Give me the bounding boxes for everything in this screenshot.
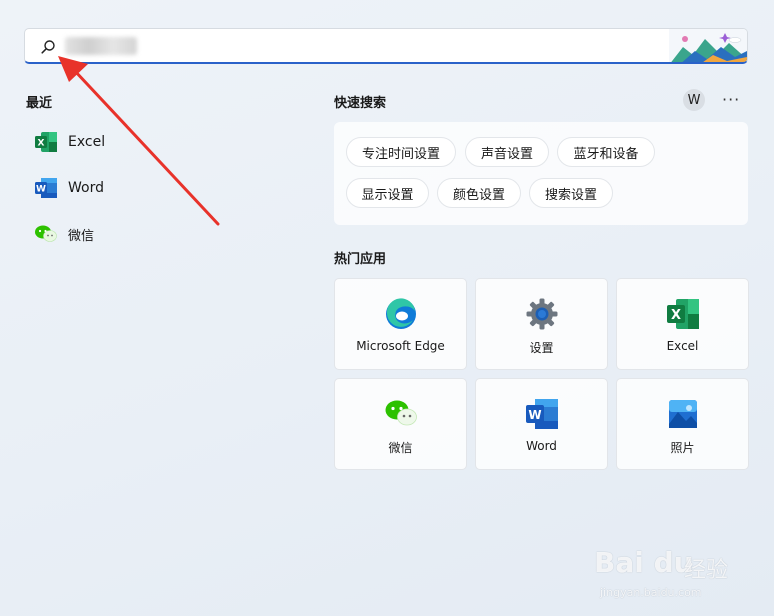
svg-text:W: W (528, 408, 541, 422)
app-tile-label: Microsoft Edge (356, 339, 445, 353)
word-icon: W (525, 399, 558, 429)
app-tile-label: Excel (666, 339, 699, 353)
recent-item-wechat[interactable]: 微信 (34, 219, 94, 249)
svg-text:X: X (670, 308, 680, 323)
app-tile-excel[interactable]: X Excel (616, 278, 749, 370)
search-box[interactable] (24, 28, 748, 64)
svg-text:W: W (36, 185, 46, 195)
search-icon (41, 40, 55, 54)
avatar[interactable]: W (683, 89, 705, 111)
chip-focus-time-settings[interactable]: 专注时间设置 (346, 137, 456, 167)
quick-search-panel: 专注时间设置 声音设置 蓝牙和设备 显示设置 颜色设置 搜索设置 (334, 122, 748, 225)
app-tile-label: 微信 (388, 441, 413, 455)
chip-bluetooth-devices[interactable]: 蓝牙和设备 (557, 137, 655, 167)
watermark-url: jingyan.baidu.com (600, 586, 702, 599)
top-apps-title: 热门应用 (334, 252, 387, 267)
photos-icon (668, 400, 697, 428)
app-tile-label: 设置 (529, 341, 554, 355)
wechat-icon (385, 400, 417, 426)
watermark-brand: Bai du (594, 546, 694, 579)
app-tile-photos[interactable]: 照片 (616, 378, 749, 470)
chip-color-settings[interactable]: 颜色设置 (437, 178, 521, 208)
baidu-jingyan-watermark: Bai du 经验 jingyan.baidu.com (590, 532, 760, 612)
recent-item-word[interactable]: W Word (34, 173, 104, 203)
recent-item-label: Word (68, 180, 104, 196)
recent-item-label: 微信 (68, 228, 95, 244)
more-options-icon[interactable]: ··· (722, 90, 740, 109)
recent-item-excel[interactable]: X Excel (34, 127, 105, 157)
app-tile-label: Word (526, 439, 557, 453)
app-tile-word[interactable]: W Word (475, 378, 608, 470)
app-tile-settings[interactable]: 设置 (475, 278, 608, 370)
recent-title: 最近 (26, 96, 53, 111)
search-input[interactable] (63, 35, 627, 59)
word-icon: W (35, 178, 57, 198)
app-tile-label: 照片 (670, 441, 695, 455)
search-highlight-illustration (669, 29, 747, 62)
wechat-icon (35, 225, 57, 242)
chip-display-settings[interactable]: 显示设置 (346, 178, 429, 208)
excel-icon: X (666, 299, 699, 329)
chip-search-settings[interactable]: 搜索设置 (529, 178, 613, 208)
chip-sound-settings[interactable]: 声音设置 (465, 137, 549, 167)
quick-search-title: 快速搜索 (334, 96, 387, 111)
app-tile-edge[interactable]: Microsoft Edge (334, 278, 467, 370)
recent-item-label: Excel (68, 134, 106, 150)
app-tile-wechat[interactable]: 微信 (334, 378, 467, 470)
excel-icon: X (35, 132, 57, 152)
svg-text:X: X (38, 139, 45, 149)
settings-gear-icon (526, 298, 557, 330)
edge-icon (385, 298, 416, 329)
watermark-jingyan: 经验 (684, 558, 729, 583)
